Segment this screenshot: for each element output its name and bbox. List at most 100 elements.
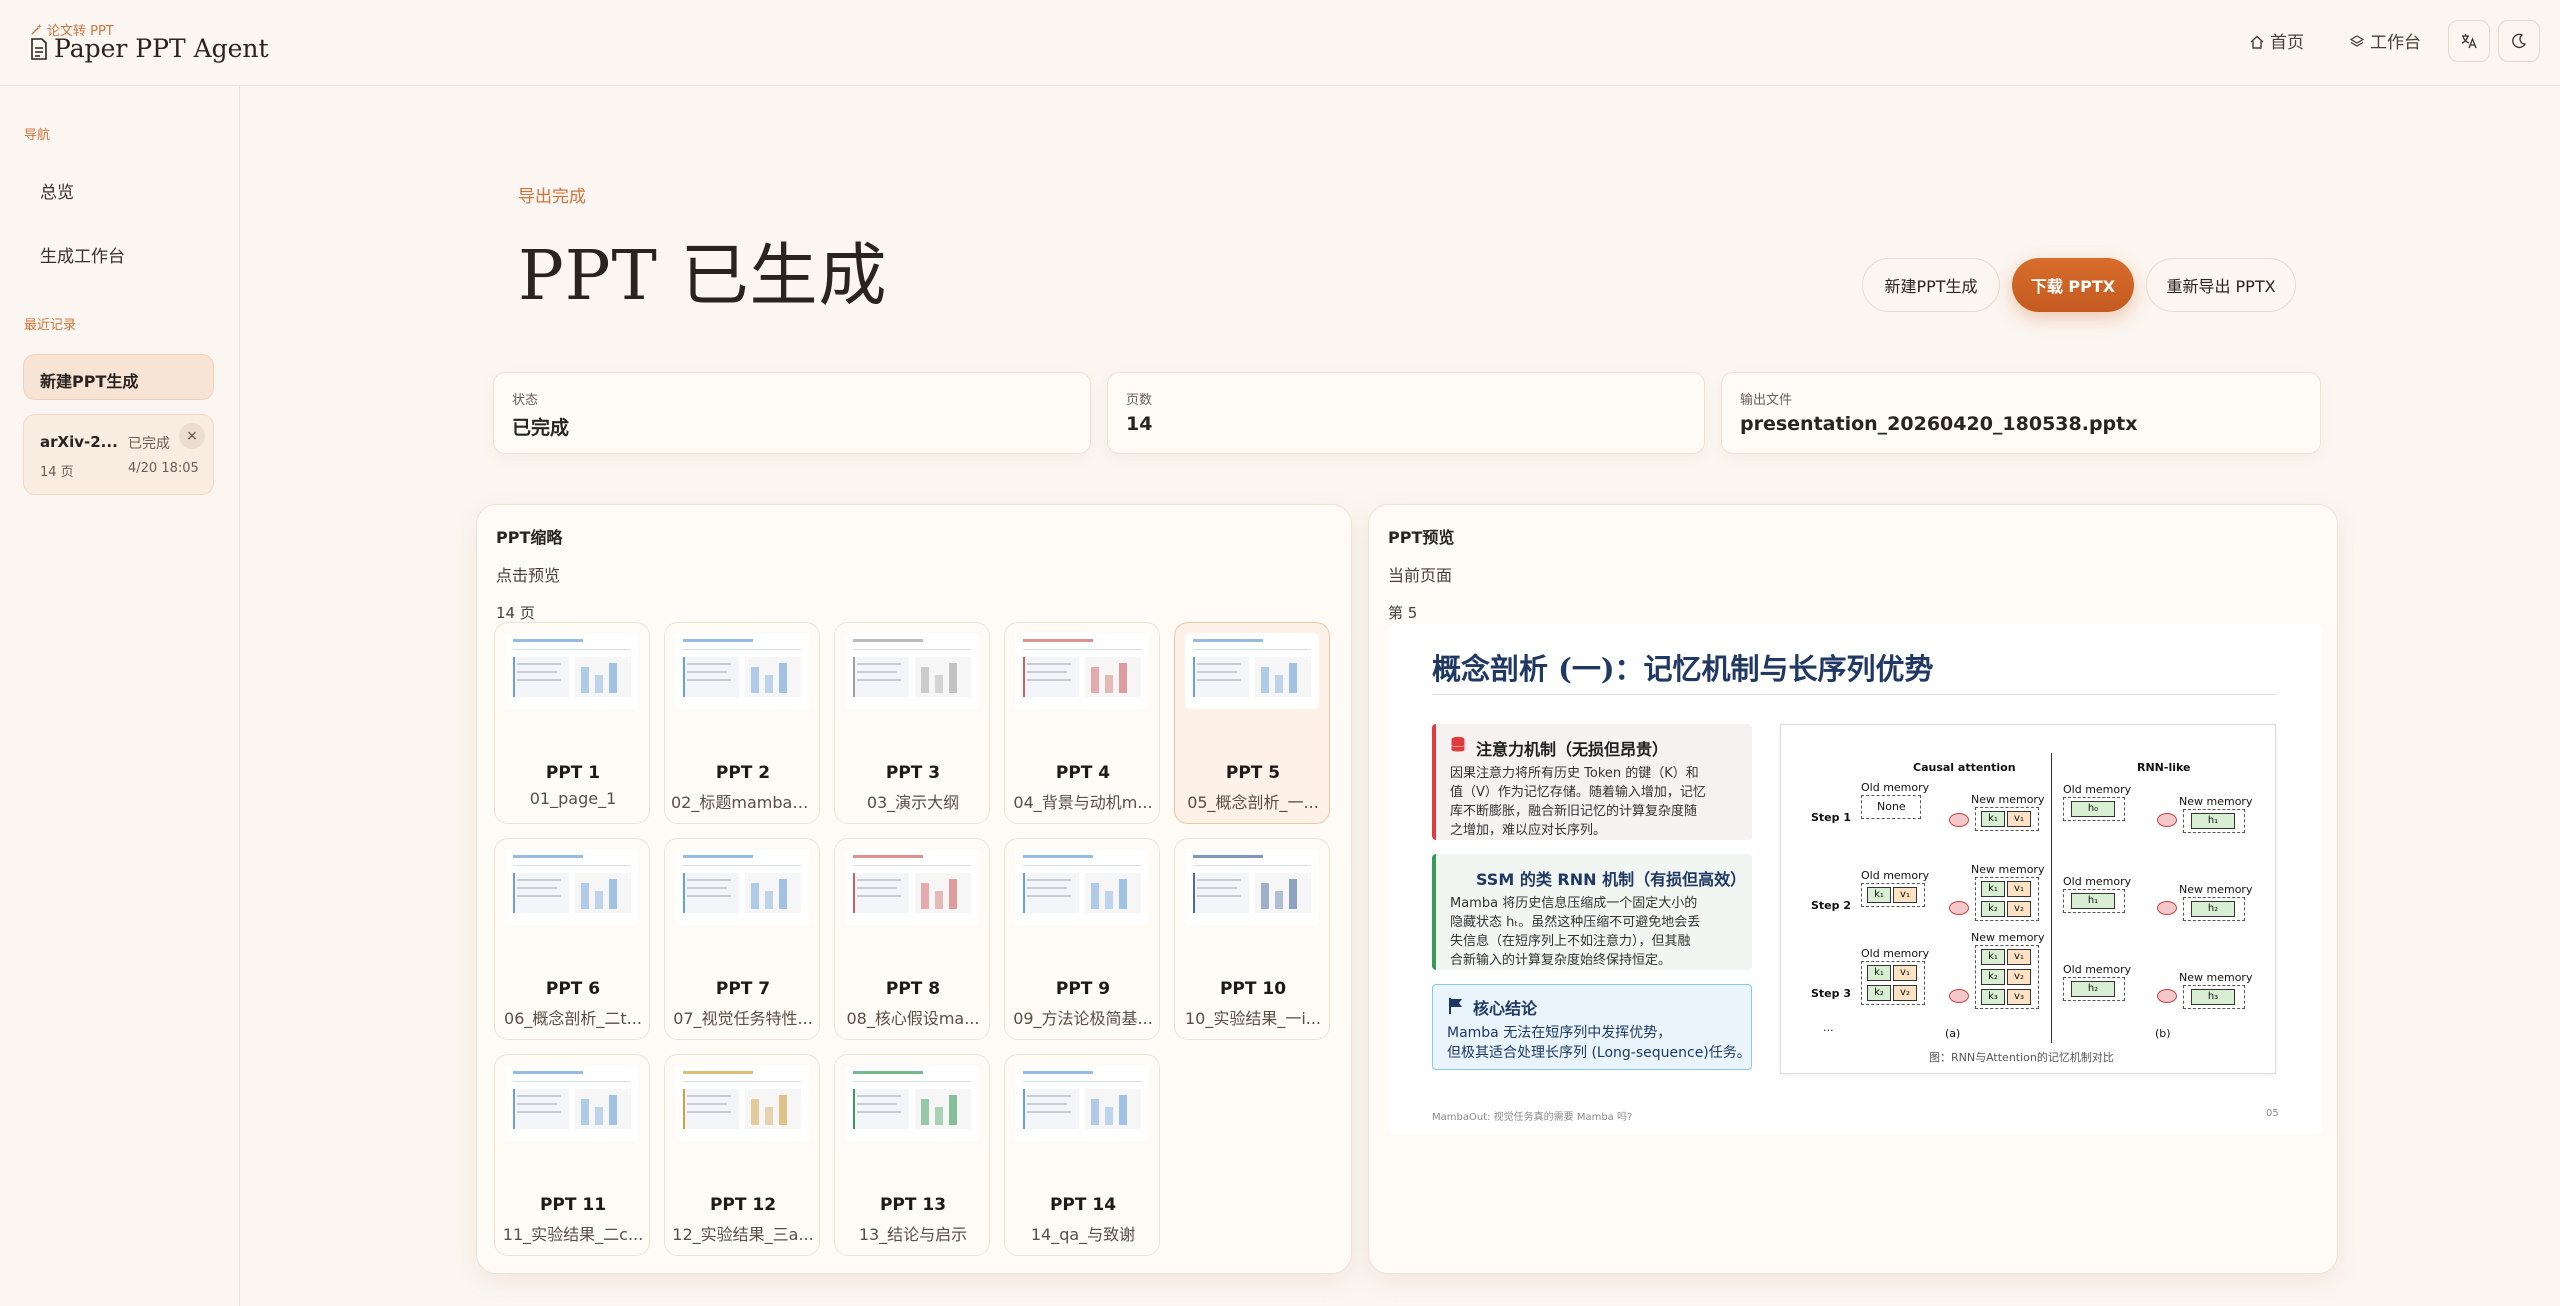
- nav-home[interactable]: 首页: [2250, 28, 2304, 53]
- thumbnail-filename: 12_实验结果_三a...: [672, 1225, 814, 1244]
- nav-workbench[interactable]: 工作台: [2350, 28, 2421, 53]
- thumbnail-decoration: [1197, 895, 1241, 897]
- thumbnail-decoration: [949, 879, 957, 909]
- slide-thumbnail[interactable]: PPT 13 13_结论与启示: [834, 1054, 990, 1256]
- slide-number: 05: [2266, 1108, 2279, 1119]
- thumbnail-decoration: [857, 895, 901, 897]
- memory-cell: h₀: [2071, 801, 2115, 817]
- page-title: PPT 已生成: [518, 237, 888, 316]
- memory-cell: h₃: [2191, 989, 2235, 1005]
- slide-thumbnail[interactable]: PPT 14 14_qa_与致谢: [1004, 1054, 1160, 1256]
- recent-record-time: 4/20 18:05: [128, 461, 199, 476]
- recent-record-card[interactable]: arXiv-2... 已完成 14 页 4/20 18:05 ×: [23, 414, 214, 495]
- thumbnail-decoration: [751, 1099, 759, 1125]
- thumbnail-title: PPT 3: [885, 763, 941, 783]
- diagram-sub-b: (b): [2155, 1027, 2171, 1040]
- thumbnail-decoration: [1289, 663, 1297, 693]
- memory-cell: v₁: [1893, 887, 1917, 903]
- thumbnail-decoration: [687, 679, 731, 681]
- stat-pages: 页数 14: [1107, 372, 1705, 454]
- diagram-step-2: Step 2: [1811, 899, 1851, 912]
- reexport-pptx-button[interactable]: 重新导出 PPTX: [2146, 258, 2296, 312]
- status-eyebrow: 导出完成: [518, 187, 586, 207]
- memory-cell: v₁: [2007, 881, 2031, 897]
- thumbnail-image: [1185, 633, 1319, 709]
- stat-output-file: 输出文件 presentation_20260420_180538.pptx: [1721, 372, 2321, 454]
- new-memory-label: New memory: [2179, 971, 2253, 984]
- thumbnail-decoration: [779, 1095, 787, 1125]
- thumbnails-title: PPT缩略: [496, 528, 563, 547]
- theme-toggle-button[interactable]: [2498, 20, 2540, 62]
- thumbnail-decoration: [687, 1095, 731, 1097]
- layers-icon: [2350, 35, 2364, 47]
- thumbnail-decoration: [513, 649, 631, 650]
- thumbnail-decoration: [687, 1103, 727, 1105]
- gate-node: [1949, 901, 1969, 915]
- thumbnail-image: [675, 1065, 809, 1141]
- thumbnail-decoration: [581, 1099, 589, 1125]
- thumbnail-decoration: [1091, 1099, 1099, 1125]
- conclusion-line-1: Mamba 无法在短序列中发挥优势，: [1447, 1025, 1672, 1041]
- close-icon[interactable]: ×: [179, 423, 205, 449]
- thumbnail-decoration: [687, 1111, 731, 1113]
- thumbnail-decoration: [935, 891, 943, 909]
- thumbnails-subtitle: 点击预览: [496, 566, 561, 585]
- slide-thumbnail[interactable]: PPT 1 01_page_1: [494, 622, 650, 824]
- thumbnail-decoration: [853, 649, 971, 650]
- download-pptx-button[interactable]: 下载 PPTX: [2012, 258, 2134, 312]
- thumbnail-filename: 14_qa_与致谢: [1030, 1225, 1136, 1244]
- stat-pages-label: 页数: [1126, 393, 1153, 408]
- slide-thumbnail[interactable]: PPT 11 11_实验结果_二c...: [494, 1054, 650, 1256]
- thumbnail-decoration: [517, 679, 561, 681]
- thumbnail-decoration: [857, 671, 897, 673]
- sidebar-item-new-ppt[interactable]: 新建PPT生成: [23, 354, 214, 400]
- slide-thumbnail[interactable]: PPT 2 02_标题mambao...: [664, 622, 820, 824]
- thumbnail-decoration: [687, 663, 731, 665]
- thumbnail-title: PPT 5: [1225, 763, 1281, 783]
- slide-thumbnail[interactable]: PPT 12 12_实验结果_三a...: [664, 1054, 820, 1256]
- slide-thumbnail[interactable]: PPT 7 07_视觉任务特性...: [664, 838, 820, 1040]
- diagram-step-1: Step 1: [1811, 811, 1851, 824]
- thumbnail-decoration: [609, 663, 617, 693]
- thumbnail-image: [505, 1065, 639, 1141]
- conclusion-box: 核心结论 Mamba 无法在短序列中发挥优势， 但极其适合处理长序列 (Long…: [1432, 984, 1752, 1070]
- thumbnail-decoration: [1105, 675, 1113, 693]
- thumbnail-decoration: [1027, 1111, 1071, 1113]
- diagram-ellipsis: ...: [1823, 1021, 1834, 1034]
- old-memory-label: Old memory: [1861, 781, 1930, 794]
- preview-subtitle: 当前页面: [1388, 566, 1453, 585]
- slide-thumbnail[interactable]: PPT 3 03_演示大纲: [834, 622, 990, 824]
- old-memory-label: Old memory: [2063, 963, 2132, 976]
- attention-box-text: 因果注意力将所有历史 Token 的键（K）和 值（V）作为记忆存储。随着输入增…: [1450, 764, 1706, 840]
- thumbnail-decoration: [1023, 855, 1093, 858]
- thumbnail-filename: 01_page_1: [529, 789, 617, 808]
- memory-cell: k₂: [1981, 969, 2005, 985]
- thumbnail-image: [845, 633, 979, 709]
- slide-thumbnail[interactable]: PPT 5 05_概念剖析_一...: [1174, 622, 1330, 824]
- slide-thumbnail[interactable]: PPT 10 10_实验结果_一i...: [1174, 838, 1330, 1040]
- thumbnail-decoration: [513, 1081, 631, 1082]
- recent-record-status: 已完成: [128, 436, 170, 452]
- slide-thumbnail[interactable]: PPT 6 06_概念剖析_二t...: [494, 838, 650, 1040]
- memory-cell: v₂: [1893, 985, 1917, 1001]
- thumbnail-title: PPT 13: [879, 1195, 947, 1215]
- diagram-separator: [2051, 753, 2052, 1043]
- memory-cell: h₂: [2071, 981, 2115, 997]
- thumbnail-decoration: [1027, 663, 1071, 665]
- thumbnail-decoration: [513, 1071, 583, 1074]
- slide-preview[interactable]: 概念剖析 (一)：记忆机制与长序列优势 注意力机制（无损但昂贵） 因果注意力将所…: [1388, 624, 2322, 1134]
- diagram-step-3: Step 3: [1811, 987, 1851, 1000]
- ssm-line-1: Mamba 将历史信息压缩成一个固定大小的: [1450, 896, 1698, 911]
- thumbnail-title: PPT 14: [1049, 1195, 1117, 1215]
- slide-thumbnail[interactable]: PPT 8 08_核心假设ma...: [834, 838, 990, 1040]
- language-button[interactable]: [2448, 20, 2490, 62]
- thumbnail-decoration: [779, 879, 787, 909]
- thumbnail-decoration: [857, 1103, 897, 1105]
- thumbnail-image: [675, 849, 809, 925]
- ssm-line-2: 隐藏状态 hₜ。虽然这种压缩不可避免地会丢: [1450, 915, 1701, 930]
- slide-thumbnail[interactable]: PPT 4 04_背景与动机m...: [1004, 622, 1160, 824]
- thumbnail-decoration: [1027, 671, 1067, 673]
- thumbnail-decoration: [581, 667, 589, 693]
- new-ppt-button[interactable]: 新建PPT生成: [1862, 258, 2000, 312]
- slide-thumbnail[interactable]: PPT 9 09_方法论极简基...: [1004, 838, 1160, 1040]
